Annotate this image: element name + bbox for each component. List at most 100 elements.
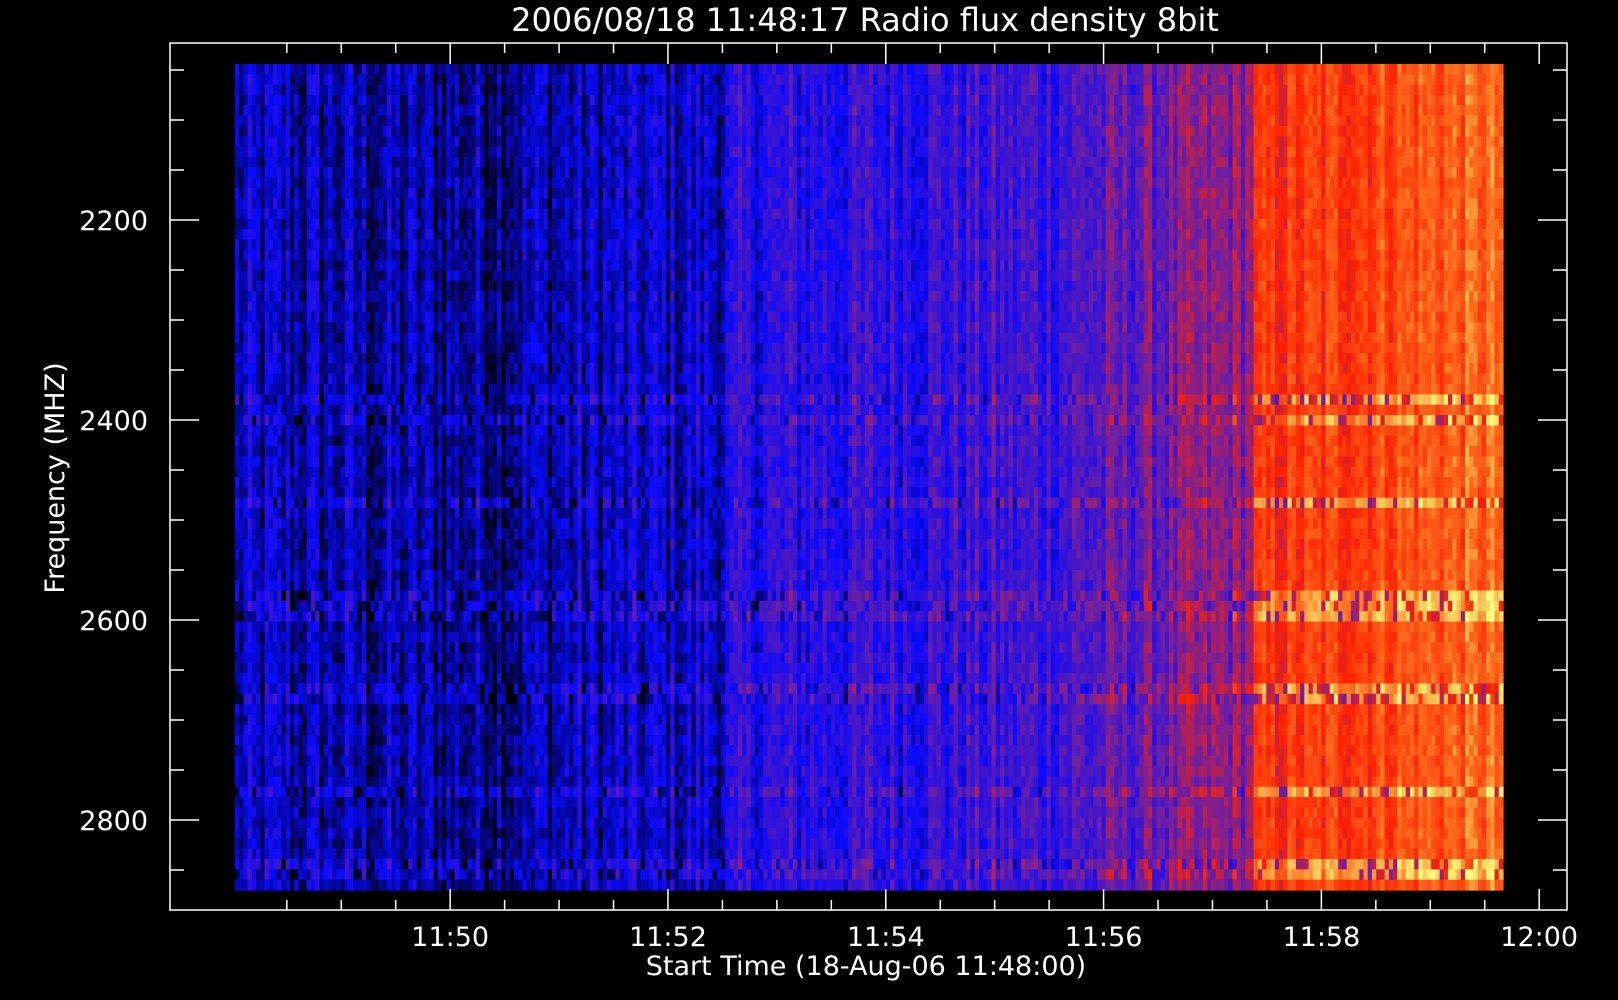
heatmap-cell xyxy=(239,487,244,498)
heatmap-cell xyxy=(286,776,291,787)
heatmap-cell xyxy=(387,673,392,684)
heatmap-cell xyxy=(298,776,303,787)
heatmap-cell xyxy=(459,714,464,725)
heatmap-cell xyxy=(332,745,337,756)
heatmap-cell xyxy=(370,209,375,220)
heatmap-cell xyxy=(404,622,409,633)
heatmap-cell xyxy=(269,85,274,96)
heatmap-cell xyxy=(442,74,447,85)
heatmap-cell xyxy=(396,343,401,354)
heatmap-cell xyxy=(379,632,384,643)
heatmap-cell xyxy=(260,136,265,147)
heatmap-cell xyxy=(358,869,363,880)
heatmap-cell xyxy=(252,271,257,282)
heatmap-cell xyxy=(408,425,413,436)
heatmap-cell xyxy=(332,663,337,674)
heatmap-cell xyxy=(243,498,248,509)
heatmap-cell xyxy=(243,859,248,870)
heatmap-cell xyxy=(239,126,244,137)
heatmap-cell xyxy=(353,642,358,653)
heatmap-cell xyxy=(345,766,350,777)
heatmap-cell xyxy=(260,332,265,343)
heatmap-cell xyxy=(404,188,409,199)
heatmap-cell xyxy=(383,240,388,251)
heatmap-cell xyxy=(467,446,472,457)
heatmap-cell xyxy=(391,735,396,746)
heatmap-cell xyxy=(353,271,358,282)
heatmap-cell xyxy=(235,425,240,436)
heatmap-cell xyxy=(235,219,240,230)
heatmap-cell xyxy=(286,209,291,220)
heatmap-cell xyxy=(294,85,299,96)
heatmap-cell xyxy=(459,353,464,364)
heatmap-cell xyxy=(239,425,244,436)
heatmap-cell xyxy=(484,828,489,839)
heatmap-cell xyxy=(455,456,460,467)
heatmap-cell xyxy=(383,209,388,220)
heatmap-cell xyxy=(273,436,278,447)
heatmap-cell xyxy=(391,725,396,736)
heatmap-cell xyxy=(286,714,291,725)
heatmap-cell xyxy=(307,787,312,798)
heatmap-cell xyxy=(446,694,451,705)
heatmap-cell xyxy=(374,157,379,168)
heatmap-cell xyxy=(413,787,418,798)
heatmap-cell xyxy=(307,363,312,374)
heatmap-cell xyxy=(328,611,333,622)
heatmap-cell xyxy=(248,312,253,323)
heatmap-cell xyxy=(235,415,240,426)
heatmap-cell xyxy=(265,95,270,106)
heatmap-cell xyxy=(248,415,253,426)
heatmap-cell xyxy=(324,632,329,643)
heatmap-cell xyxy=(459,549,464,560)
heatmap-cell xyxy=(438,209,443,220)
heatmap-cell xyxy=(290,456,295,467)
heatmap-cell xyxy=(345,343,350,354)
heatmap-cell xyxy=(341,281,346,292)
heatmap-cell xyxy=(463,281,468,292)
heatmap-cell xyxy=(303,363,308,374)
heatmap-cell xyxy=(353,725,358,736)
heatmap-cell xyxy=(336,487,341,498)
heatmap-cell xyxy=(324,312,329,323)
heatmap-cell xyxy=(286,405,291,416)
heatmap-cell xyxy=(303,250,308,261)
heatmap-cell xyxy=(324,415,329,426)
heatmap-cell xyxy=(476,766,481,777)
heatmap-cell xyxy=(248,663,253,674)
heatmap-cell xyxy=(455,849,460,860)
heatmap-cell xyxy=(311,415,316,426)
heatmap-cell xyxy=(362,653,367,664)
heatmap-cell xyxy=(455,384,460,395)
heatmap-cell xyxy=(451,560,456,571)
heatmap-cell xyxy=(362,580,367,591)
heatmap-cell xyxy=(396,838,401,849)
heatmap-cell xyxy=(374,198,379,209)
heatmap-cell xyxy=(442,363,447,374)
heatmap-cell xyxy=(298,425,303,436)
heatmap-cell xyxy=(252,673,257,684)
heatmap-cell xyxy=(493,178,498,189)
heatmap-cell xyxy=(429,74,434,85)
heatmap-cell xyxy=(379,518,384,529)
heatmap-cell xyxy=(387,250,392,261)
heatmap-cell xyxy=(328,518,333,529)
heatmap-cell xyxy=(294,456,299,467)
heatmap-cell xyxy=(472,828,477,839)
heatmap-cell xyxy=(328,147,333,158)
heatmap-cell xyxy=(303,663,308,674)
heatmap-cell xyxy=(484,591,489,602)
heatmap-cell xyxy=(315,105,320,116)
heatmap-cell xyxy=(421,818,426,829)
heatmap-cell xyxy=(387,549,392,560)
heatmap-cell xyxy=(379,745,384,756)
heatmap-cell xyxy=(260,601,265,612)
heatmap-cell xyxy=(425,498,430,509)
heatmap-cell xyxy=(260,85,265,96)
heatmap-cell xyxy=(429,673,434,684)
heatmap-cell xyxy=(353,869,358,880)
heatmap-cell xyxy=(269,663,274,674)
heatmap-cell xyxy=(290,374,295,385)
heatmap-cell xyxy=(294,312,299,323)
heatmap-cell xyxy=(248,188,253,199)
